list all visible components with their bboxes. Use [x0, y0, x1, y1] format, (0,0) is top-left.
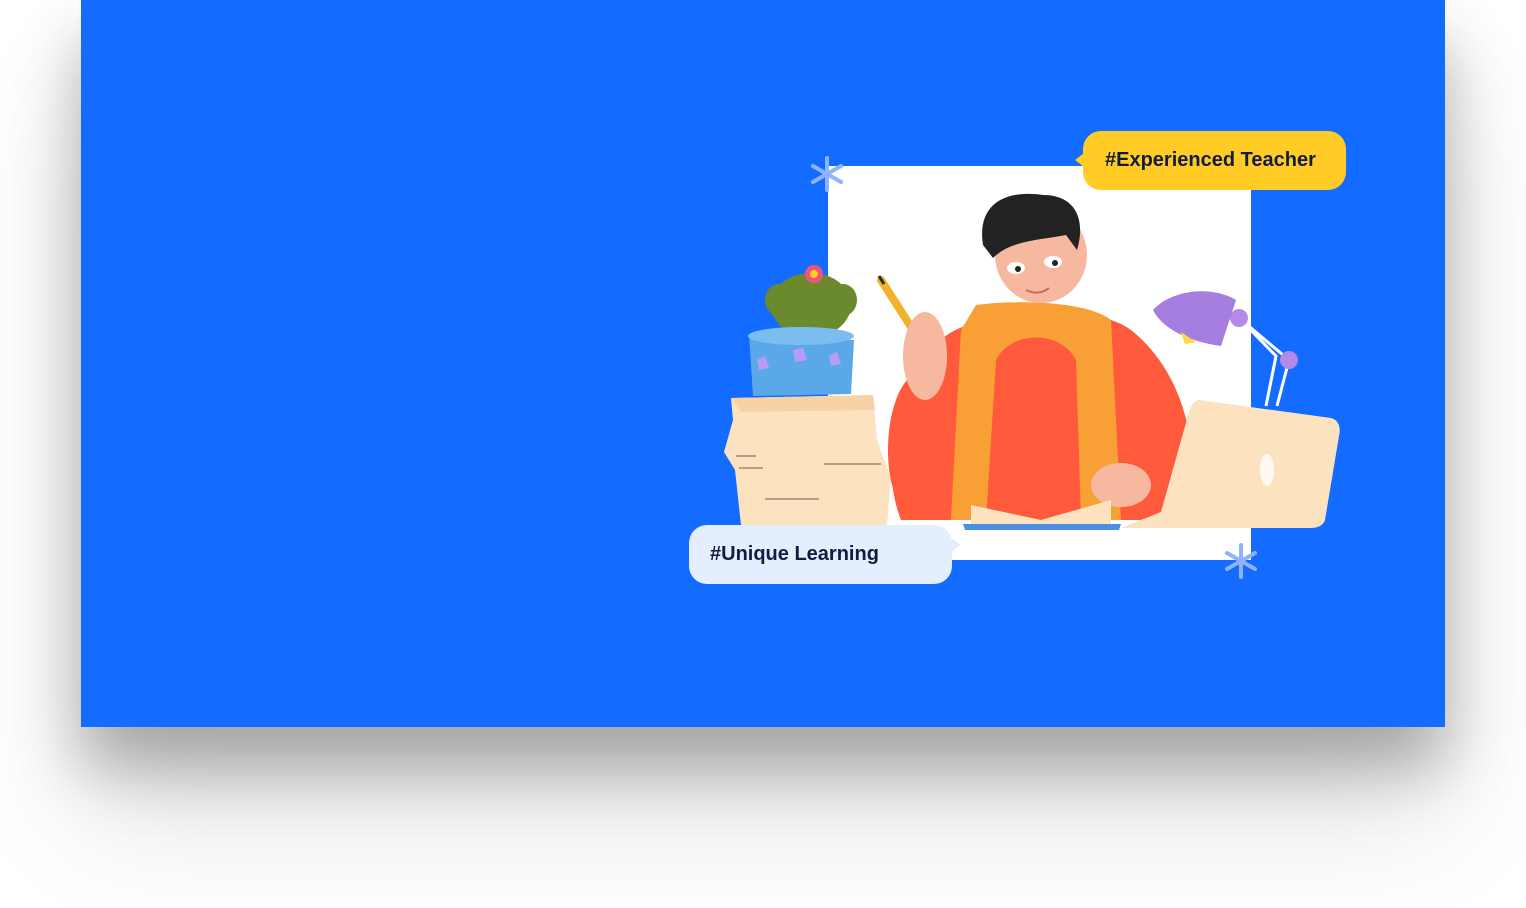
cactus-icon [748, 265, 857, 396]
hero-illustration [724, 156, 1340, 579]
experienced-teacher-tag: #Experienced Teacher [1075, 131, 1346, 190]
hero-banner: #Experienced Teacher #Unique Learning [81, 0, 1445, 727]
paper-stack-icon [724, 395, 891, 525]
unique-learning-tag: #Unique Learning [689, 525, 961, 584]
